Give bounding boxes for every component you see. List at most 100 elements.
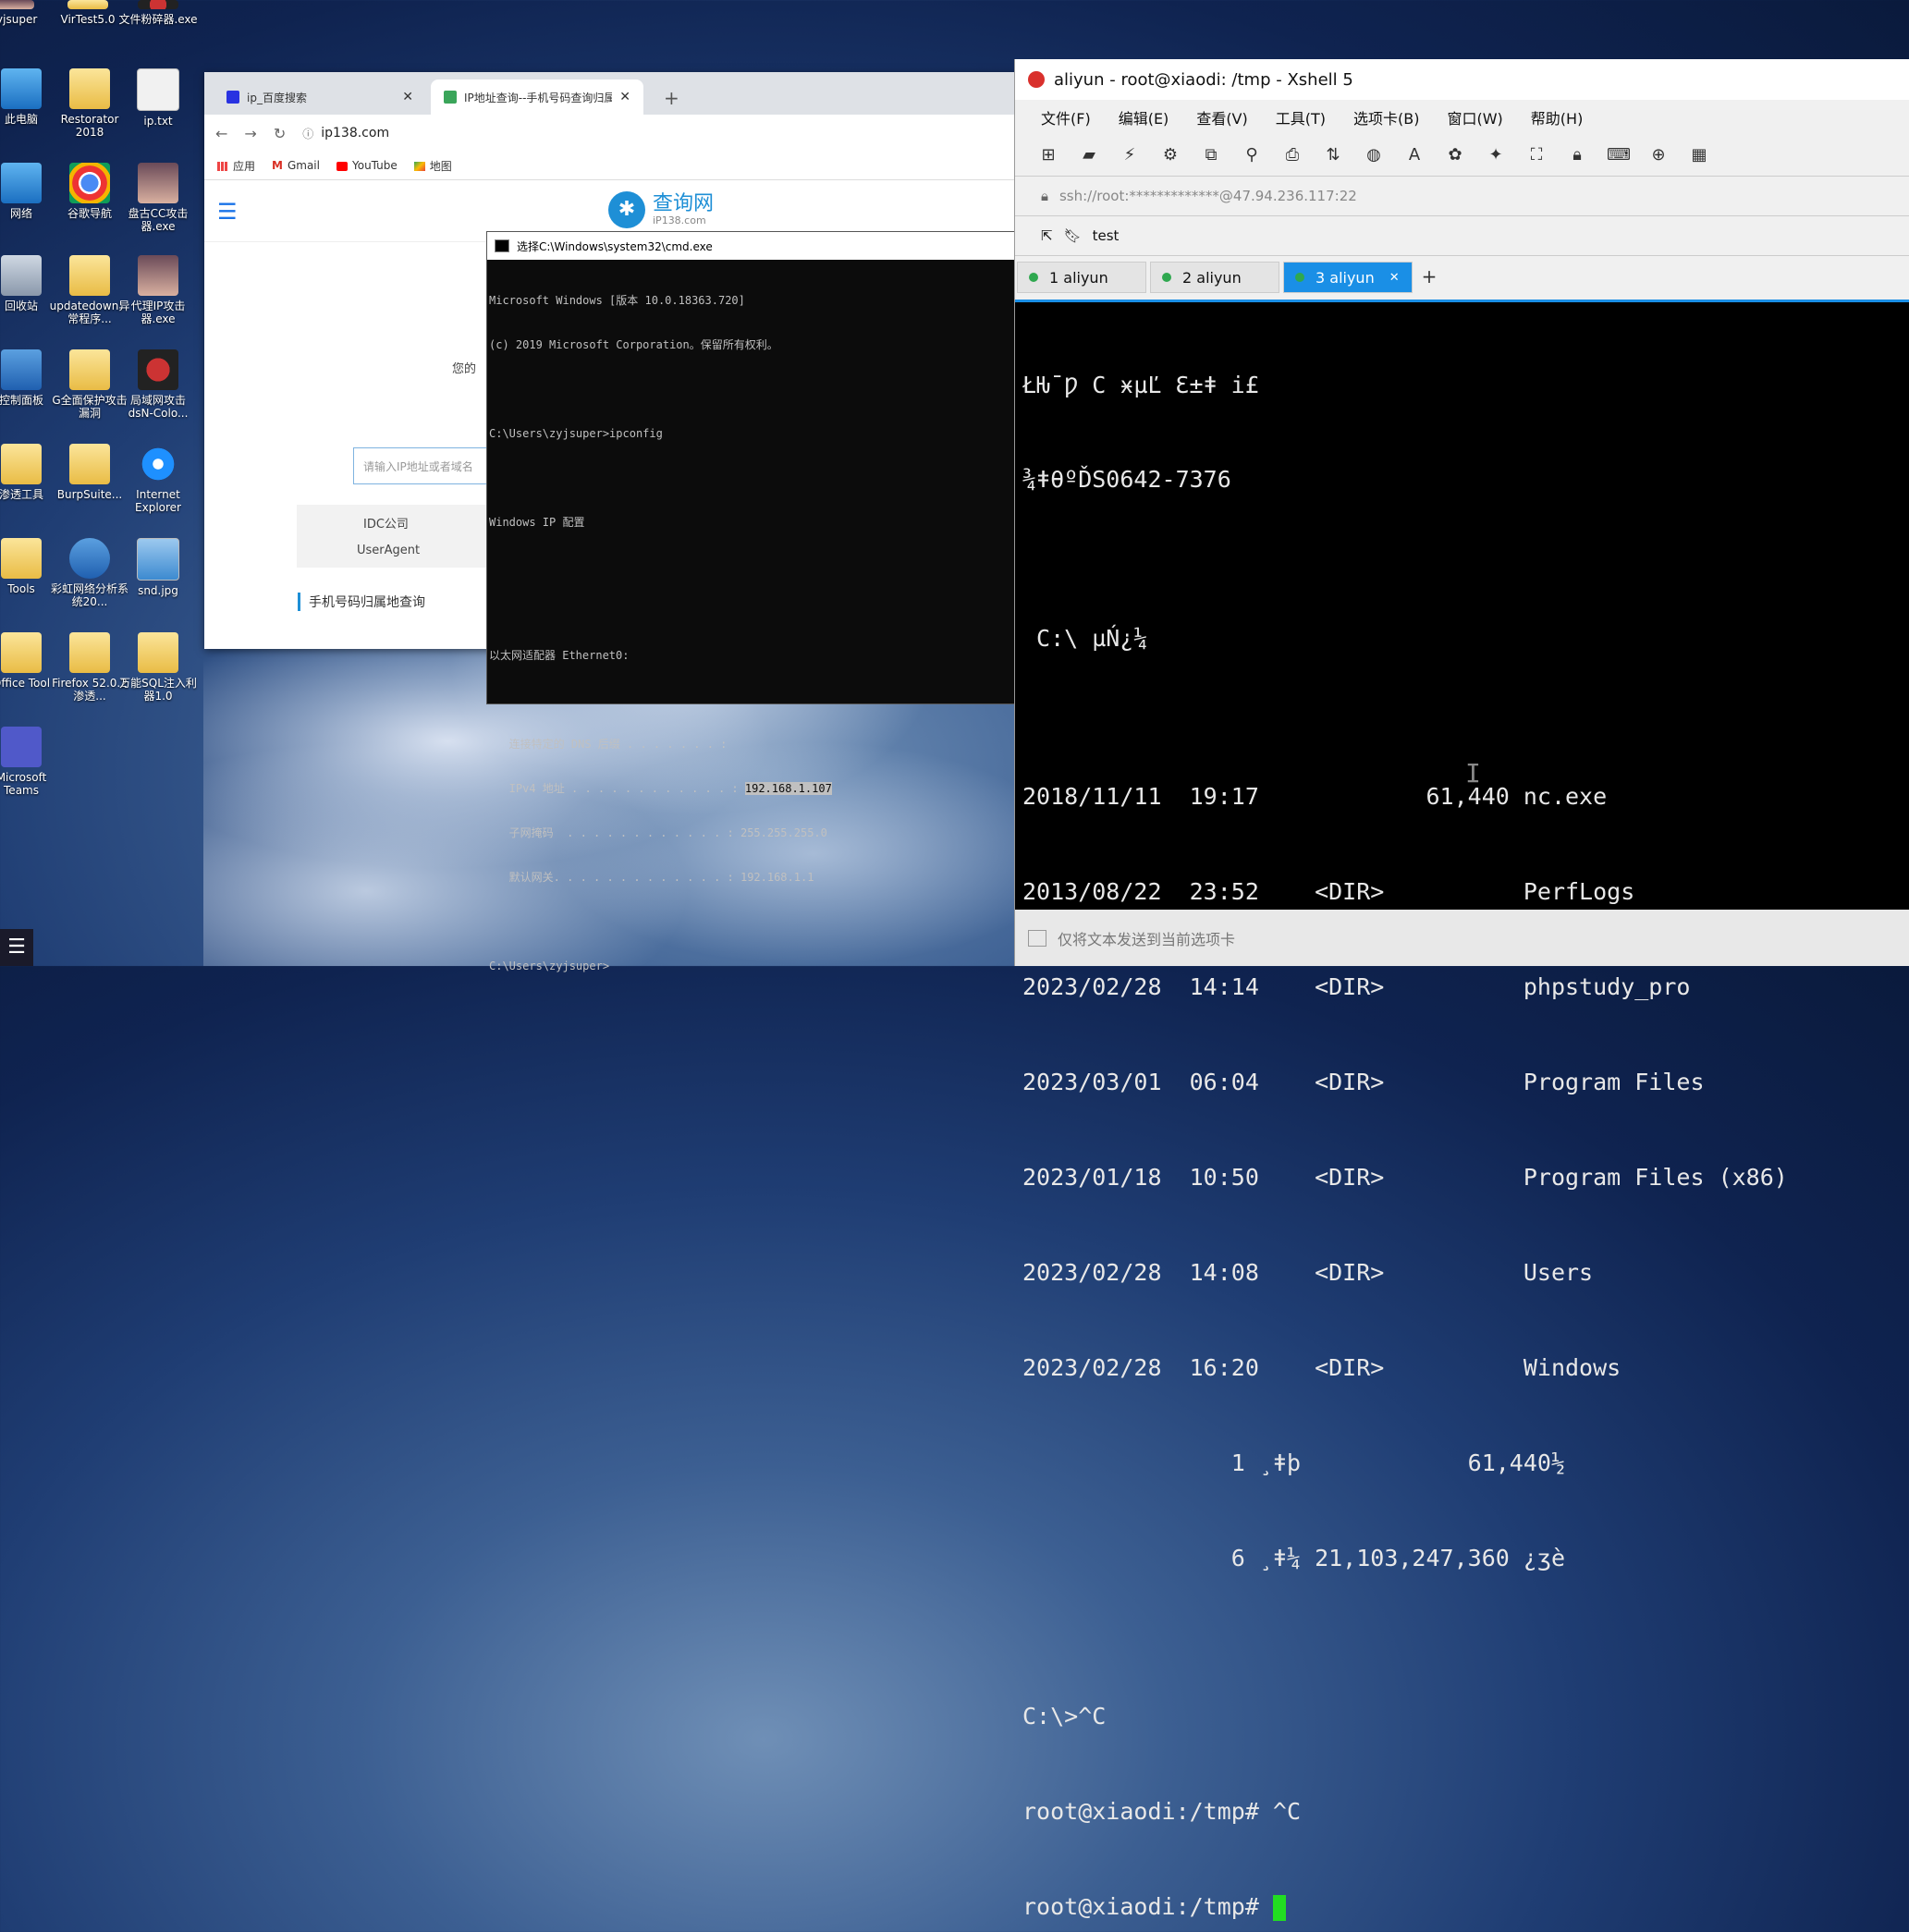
cmd-output[interactable]: Microsoft Windows [版本 10.0.18363.720] (c… — [487, 260, 1019, 1007]
link-test[interactable]: test — [1093, 227, 1120, 244]
selected-ipv4-address[interactable]: 192.168.1.107 — [744, 782, 832, 795]
new-tab-icon[interactable]: + — [1416, 262, 1442, 293]
menu-tools[interactable]: 工具(T) — [1276, 106, 1326, 128]
fullscreen-icon[interactable]: ⛶ — [1525, 145, 1548, 165]
your-ip-label: 您的 — [452, 362, 477, 376]
close-tab-icon[interactable]: ✕ — [402, 90, 413, 104]
app-icon — [138, 255, 178, 296]
folder-icon — [138, 632, 178, 673]
apps-grid-icon — [217, 162, 228, 171]
idc-company-link[interactable]: IDC公司 — [363, 514, 409, 532]
desktop-icon-cc-attack[interactable]: 盘古CC攻击器.exe — [116, 163, 200, 233]
maps-icon — [413, 162, 425, 171]
desktop-icon-internet-explorer[interactable]: Internet Explorer — [116, 444, 200, 514]
control-panel-icon — [1, 349, 42, 390]
site-info-icon[interactable]: ⓘ — [302, 126, 313, 141]
globe-icon[interactable]: ◍ — [1363, 145, 1385, 165]
session-tab-2[interactable]: 2 aliyun — [1150, 262, 1279, 293]
image-file-icon — [137, 538, 179, 581]
lock-icon[interactable]: 🔒︎ — [1566, 145, 1588, 165]
compose-icon — [1028, 929, 1046, 947]
app-icon — [138, 163, 178, 203]
network-analysis-icon — [69, 538, 110, 579]
browser-tab-ip138[interactable]: IP地址查询--手机号码查询归属地 ✕ — [431, 79, 643, 115]
xshell-app-icon — [1028, 71, 1045, 88]
find-icon[interactable]: ⚲ — [1241, 145, 1263, 165]
menu-edit[interactable]: 编辑(E) — [1119, 106, 1169, 128]
desktop-icon-teams[interactable]: Microsoft Teams — [0, 727, 63, 797]
xftp-icon[interactable]: ✿ — [1444, 145, 1466, 165]
close-tab-icon[interactable]: ✕ — [1389, 271, 1400, 285]
connected-status-icon — [1029, 273, 1038, 282]
ip138-logo-icon: ✱ — [608, 191, 645, 228]
script-icon[interactable]: ✦ — [1485, 145, 1507, 165]
desktop-icon-sql-inject[interactable]: 万能SQL注入利器1.0 — [116, 632, 200, 703]
session-tab-1[interactable]: 1 aliyun — [1017, 262, 1146, 293]
links-bar: ⇱ 🔖︎ test — [1015, 216, 1909, 256]
open-folder-icon[interactable]: ▰ — [1078, 145, 1100, 165]
recycle-bin-icon — [1, 255, 42, 296]
new-session-icon[interactable]: ⊞ — [1037, 145, 1059, 165]
phone-lookup-link[interactable]: 手机号码归属地查询 — [298, 593, 425, 611]
folder-icon — [69, 444, 110, 484]
add-icon[interactable]: ⊕ — [1647, 145, 1670, 165]
terminal-cursor — [1272, 1894, 1286, 1921]
new-tab-icon[interactable]: + — [664, 87, 679, 109]
menu-view[interactable]: 查看(V) — [1196, 106, 1247, 128]
chrome-icon — [69, 163, 110, 203]
bookmark-gmail[interactable]: M Gmail — [272, 159, 320, 173]
useragent-link[interactable]: UserAgent — [357, 544, 420, 557]
print-icon[interactable]: ⎙ — [1281, 145, 1303, 165]
compose-bar[interactable]: 仅将文本发送到当前选项卡 — [1015, 910, 1909, 966]
bookmarks-bar: 应用 M Gmail YouTube 地图 — [204, 152, 1018, 180]
session-tab-3[interactable]: 3 aliyun ✕ — [1283, 262, 1413, 293]
desktop-icon-lan-attack[interactable]: 局域网攻击 dsN-Colo... — [116, 349, 200, 420]
text-cursor-icon: I — [1465, 758, 1481, 789]
properties-icon[interactable]: ⚙ — [1159, 145, 1181, 165]
address-bar: ← → ↻ ⓘ ip138.com — [204, 115, 1018, 152]
teams-icon — [1, 727, 42, 767]
menu-help[interactable]: 帮助(H) — [1531, 106, 1584, 128]
links-arrow-icon[interactable]: ⇱ — [1041, 227, 1053, 244]
menu-icon[interactable]: ☰ — [217, 199, 238, 225]
terminal[interactable]: ŁǶ¯Ƿ C ӿµĽ Ɛ±ǂ i£ ¾ǂθºĎS0642-7376 C:\ µŃ… — [1015, 300, 1909, 1921]
start-menu-icon[interactable]: ☰ — [0, 929, 33, 966]
back-icon[interactable]: ← — [215, 125, 227, 142]
folder-icon — [69, 632, 110, 673]
font-icon[interactable]: A — [1403, 145, 1426, 165]
layout-icon[interactable]: ▦ — [1688, 145, 1710, 165]
bookmark-maps[interactable]: 地图 — [413, 158, 452, 174]
xshell-window: aliyun - root@xiaodi: /tmp - Xshell 5 文件… — [1014, 59, 1909, 1921]
text-file-icon — [137, 68, 179, 111]
desktop-icon-ip-txt[interactable]: ip.txt — [116, 68, 200, 128]
copy-icon[interactable]: ⧉ — [1200, 145, 1222, 165]
connected-status-icon — [1162, 273, 1171, 282]
menu-tab[interactable]: 选项卡(B) — [1353, 106, 1419, 128]
reload-icon[interactable]: ↻ — [274, 125, 286, 142]
session-address-bar[interactable]: 🔒︎ ssh://root:*************@47.94.236.11… — [1015, 177, 1909, 216]
keyboard-icon[interactable]: ⌨ — [1607, 145, 1631, 165]
desktop-icon-file-shredder[interactable]: 文件粉碎器.exe — [116, 0, 200, 26]
desktop-icon-proxy-ip[interactable]: 代理IP攻击器.exe — [116, 255, 200, 325]
folder-icon — [67, 0, 108, 9]
folder-icon — [69, 349, 110, 390]
xshell-title-bar: aliyun - root@xiaodi: /tmp - Xshell 5 — [1015, 59, 1909, 100]
bookmark-youtube[interactable]: YouTube — [336, 159, 398, 172]
internet-explorer-icon — [138, 444, 178, 484]
url-field[interactable]: ip138.com — [321, 126, 389, 141]
desktop-icon-snd-jpg[interactable]: snd.jpg — [116, 538, 200, 597]
browser-tab-baidu[interactable]: ip_百度搜索 ✕ — [214, 79, 426, 115]
site-logo[interactable]: ✱ 查询网 iP138.com — [608, 191, 714, 228]
lock-icon: 🔒︎ — [1041, 188, 1048, 204]
bookmark-apps[interactable]: 应用 — [217, 158, 255, 174]
youtube-icon — [336, 161, 348, 171]
connect-icon[interactable]: ⚡ — [1119, 145, 1141, 165]
menu-window[interactable]: 窗口(W) — [1447, 106, 1502, 128]
close-tab-icon[interactable]: ✕ — [619, 90, 630, 104]
transfer-icon[interactable]: ⇅ — [1322, 145, 1344, 165]
menu-file[interactable]: 文件(F) — [1041, 106, 1091, 128]
terminal-output: ŁǶ¯Ƿ C ӿµĽ Ɛ±ǂ i£ ¾ǂθºĎS0642-7376 C:\ µŃ… — [1022, 371, 1788, 1921]
forward-icon[interactable]: → — [244, 125, 256, 142]
cmd-title-bar: 选择C:\Windows\system32\cmd.exe — [487, 232, 1019, 260]
ip-search-input[interactable]: 请输入IP地址或者域名 — [353, 447, 492, 484]
